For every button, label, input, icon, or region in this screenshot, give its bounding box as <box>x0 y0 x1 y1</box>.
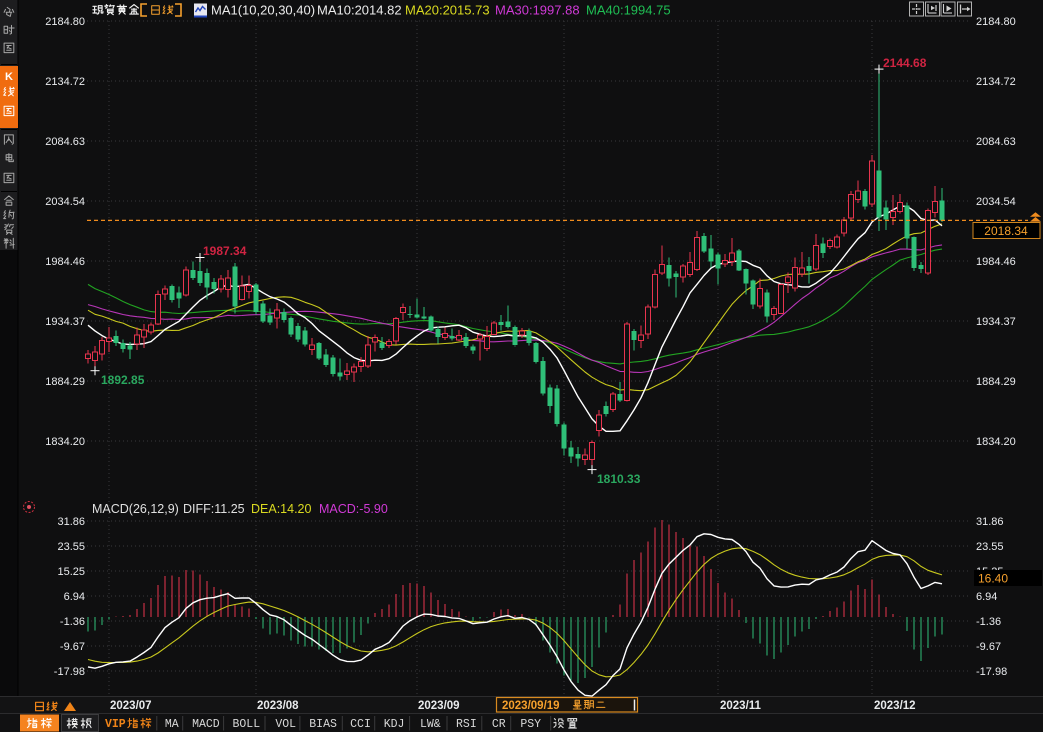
svg-text:2084.63: 2084.63 <box>976 136 1016 148</box>
svg-text:2023/09/19: 2023/09/19 <box>502 700 560 712</box>
svg-text:16.40: 16.40 <box>978 572 1008 586</box>
svg-text:DIFF:11.25: DIFF:11.25 <box>183 502 245 516</box>
svg-text:1984.46: 1984.46 <box>45 256 85 268</box>
svg-text:2023/07: 2023/07 <box>110 700 152 712</box>
svg-text:2018.34: 2018.34 <box>984 224 1028 238</box>
svg-text:MACD(26,12,9): MACD(26,12,9) <box>92 502 179 516</box>
svg-text:1934.37: 1934.37 <box>976 316 1016 328</box>
svg-text:-17.98: -17.98 <box>54 666 85 678</box>
svg-text:MA20:2015.73: MA20:2015.73 <box>405 3 490 18</box>
svg-text:1810.33: 1810.33 <box>597 472 641 486</box>
svg-text:23.55: 23.55 <box>57 541 85 553</box>
svg-text:2023/12: 2023/12 <box>874 700 916 712</box>
svg-text:2023/08: 2023/08 <box>257 700 299 712</box>
svg-text:PSY: PSY <box>520 718 541 731</box>
svg-text:BOLL: BOLL <box>232 718 260 731</box>
svg-text:MA40:1994.75: MA40:1994.75 <box>586 3 671 18</box>
svg-text:-1.36: -1.36 <box>976 616 1001 628</box>
svg-text:31.86: 31.86 <box>976 516 1004 528</box>
svg-text:CR: CR <box>492 718 506 731</box>
svg-text:RSI: RSI <box>456 718 477 731</box>
svg-text:1934.37: 1934.37 <box>45 316 85 328</box>
svg-text:VOL: VOL <box>275 718 296 731</box>
svg-text:2144.68: 2144.68 <box>883 56 927 70</box>
svg-text:1884.29: 1884.29 <box>45 376 85 388</box>
svg-text:MA10:2014.82: MA10:2014.82 <box>317 3 402 18</box>
svg-text:MACD:-5.90: MACD:-5.90 <box>319 502 388 516</box>
svg-text:-1.36: -1.36 <box>60 616 85 628</box>
svg-text:CCI: CCI <box>350 718 371 731</box>
svg-text:-9.67: -9.67 <box>60 641 85 653</box>
svg-text:1834.20: 1834.20 <box>976 436 1016 448</box>
svg-text:31.86: 31.86 <box>57 516 85 528</box>
svg-text:VIP: VIP <box>105 718 126 731</box>
svg-text:-17.98: -17.98 <box>976 666 1007 678</box>
svg-text:LW&: LW& <box>420 718 441 731</box>
svg-text:2134.72: 2134.72 <box>45 76 85 88</box>
svg-text:MA: MA <box>165 718 179 731</box>
svg-text:2134.72: 2134.72 <box>976 76 1016 88</box>
svg-text:2084.63: 2084.63 <box>45 136 85 148</box>
svg-text:2034.54: 2034.54 <box>976 196 1016 208</box>
svg-text:MACD: MACD <box>192 718 220 731</box>
svg-text:2184.80: 2184.80 <box>976 16 1016 28</box>
svg-text:1884.29: 1884.29 <box>976 376 1016 388</box>
svg-text:6.94: 6.94 <box>976 591 997 603</box>
svg-text:KDJ: KDJ <box>384 718 405 731</box>
svg-text:1892.85: 1892.85 <box>101 373 145 387</box>
svg-text:2023/09: 2023/09 <box>418 700 460 712</box>
svg-text:MA30:1997.88: MA30:1997.88 <box>495 3 580 18</box>
svg-text:2184.80: 2184.80 <box>45 16 85 28</box>
svg-text:15.25: 15.25 <box>57 566 85 578</box>
svg-text:1834.20: 1834.20 <box>45 436 85 448</box>
svg-text:-9.67: -9.67 <box>976 641 1001 653</box>
svg-text:23.55: 23.55 <box>976 541 1004 553</box>
svg-text:DEA:14.20: DEA:14.20 <box>251 502 312 516</box>
svg-text:2023/11: 2023/11 <box>720 700 762 712</box>
svg-text:2034.54: 2034.54 <box>45 196 85 208</box>
svg-text:BIAS: BIAS <box>309 718 337 731</box>
svg-text:1984.46: 1984.46 <box>976 256 1016 268</box>
svg-text:1987.34: 1987.34 <box>203 244 247 258</box>
svg-text:MA1(10,20,30,40): MA1(10,20,30,40) <box>211 3 315 18</box>
svg-text:6.94: 6.94 <box>64 591 85 603</box>
svg-text:K: K <box>5 71 13 83</box>
